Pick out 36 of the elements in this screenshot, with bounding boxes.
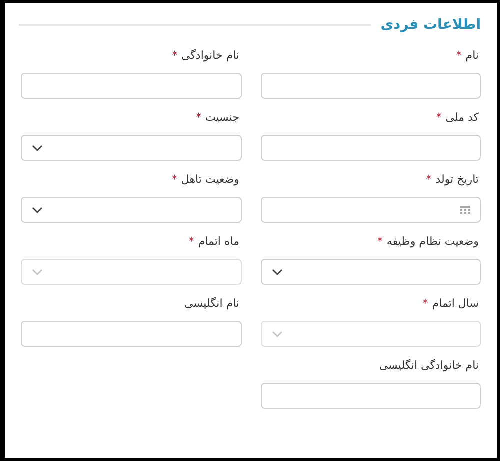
- select-field[interactable]: [260, 259, 481, 285]
- text-field[interactable]: [260, 383, 481, 409]
- required-mark: *: [426, 173, 432, 186]
- field-label: وضعیت تاهل: [181, 173, 240, 186]
- chevron-down-icon: [272, 268, 282, 276]
- required-mark: *: [422, 297, 428, 310]
- field-label: نام خانوادگی انگلیسی: [379, 359, 479, 372]
- required-mark: *: [172, 49, 178, 62]
- section-title: اطلاعات فردی: [380, 17, 481, 33]
- field-label: نام خانوادگی: [182, 49, 240, 62]
- required-mark: *: [456, 49, 462, 62]
- field-label: سال اتمام: [432, 297, 479, 310]
- date-field[interactable]: [260, 197, 481, 223]
- chevron-down-icon: [272, 330, 282, 338]
- select-field[interactable]: [21, 197, 242, 223]
- required-mark: *: [188, 235, 194, 248]
- field-label: نام انگلیسی: [184, 297, 240, 310]
- text-field[interactable]: [260, 135, 481, 161]
- required-mark: *: [436, 111, 442, 124]
- chevron-down-icon: [32, 268, 43, 276]
- calendar-icon: [460, 205, 470, 215]
- text-field[interactable]: [21, 73, 242, 99]
- field-label: تاریخ تولد: [436, 173, 479, 186]
- required-mark: *: [196, 111, 202, 124]
- field-label: وضعیت نظام وظیفه: [386, 235, 479, 248]
- required-mark: *: [377, 235, 383, 248]
- select-field[interactable]: [21, 135, 242, 161]
- text-field[interactable]: [260, 73, 481, 99]
- chevron-down-icon: [32, 206, 43, 214]
- required-mark: *: [172, 173, 178, 186]
- field-label: کد ملی: [446, 111, 479, 124]
- field-label: نام: [466, 49, 479, 62]
- text-field[interactable]: [21, 321, 242, 347]
- field-label: ماه اتمام: [198, 235, 240, 248]
- field-label: جنسیت: [205, 111, 240, 124]
- chevron-down-icon: [32, 144, 43, 152]
